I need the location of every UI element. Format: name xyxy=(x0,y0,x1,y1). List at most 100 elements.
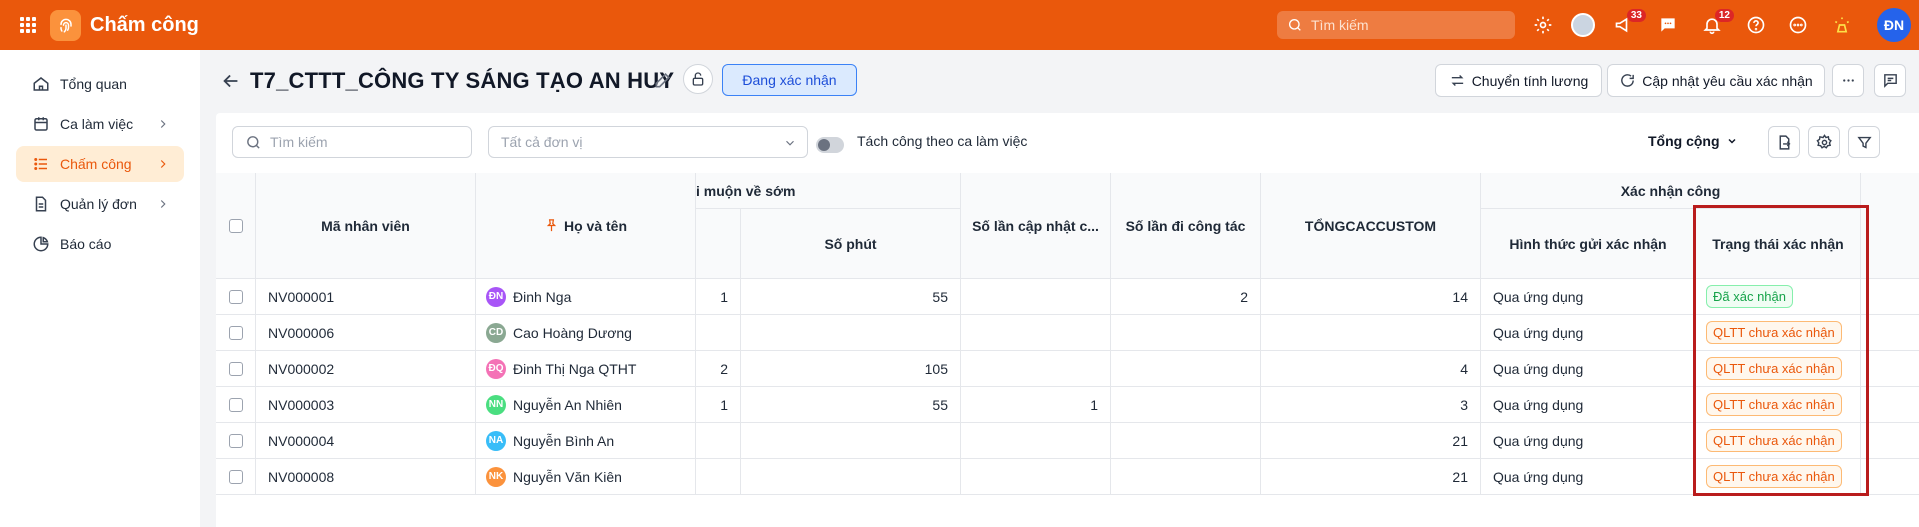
employee-name[interactable]: Cao Hoàng Dương xyxy=(513,325,632,341)
group-header-confirm: Xác nhận công xyxy=(1481,173,1861,209)
employee-name[interactable]: Nguyễn Văn Kiên xyxy=(513,469,622,485)
cell-updates xyxy=(961,351,1111,387)
cell-trips xyxy=(1111,351,1261,387)
back-arrow-icon[interactable] xyxy=(220,70,242,92)
cell-code: NV000002 xyxy=(256,351,476,387)
employee-name[interactable]: Nguyễn An Nhiên xyxy=(513,397,622,413)
split-by-shift-label: Tách công theo ca làm việc xyxy=(857,133,1028,149)
search-icon xyxy=(247,135,260,149)
row-checkbox[interactable] xyxy=(228,469,243,484)
column-header-minutes[interactable]: Số phút xyxy=(741,209,961,279)
column-header-method[interactable]: Hình thức gửi xác nhận xyxy=(1481,209,1696,279)
fingerprint-logo-icon xyxy=(50,10,81,41)
column-header-trips[interactable]: Số lần đi công tác xyxy=(1111,173,1261,279)
cell-updates xyxy=(961,315,1111,351)
sidebar-item-shifts[interactable]: Ca làm việc xyxy=(16,106,184,142)
column-header-custom[interactable]: TỔNGCACCUSTOM xyxy=(1261,173,1481,279)
cell-code: NV000001 xyxy=(256,279,476,315)
select-all-checkbox[interactable] xyxy=(228,218,243,233)
top-bar: Chấm công 33 12 ĐN xyxy=(0,0,1919,50)
row-checkbox[interactable] xyxy=(228,433,243,448)
table-settings-button[interactable] xyxy=(1808,126,1840,158)
more-apps-icon[interactable] xyxy=(1786,13,1810,37)
sidebar-item-requests[interactable]: Quản lý đơn xyxy=(16,186,184,222)
chat-icon[interactable] xyxy=(1656,13,1680,37)
column-header-late-count[interactable] xyxy=(696,209,741,279)
cell-custom: 3 xyxy=(1261,387,1481,423)
more-options-button[interactable] xyxy=(1832,64,1864,97)
select-all-cell xyxy=(216,173,256,279)
split-by-shift-toggle[interactable] xyxy=(816,137,844,153)
cell-count xyxy=(696,315,741,351)
unit-select[interactable]: Tất cả đơn vị xyxy=(488,126,808,158)
employee-avatar: ĐN xyxy=(486,286,506,307)
bell-icon[interactable]: 12 xyxy=(1700,9,1734,37)
update-confirm-request-button[interactable]: Cập nhật yêu cầu xác nhận xyxy=(1607,64,1825,97)
comment-icon xyxy=(1883,74,1897,88)
sidebar-item-overview[interactable]: Tổng quan xyxy=(16,66,184,102)
global-search-input[interactable] xyxy=(1311,17,1491,33)
cell-trips: 2 xyxy=(1111,279,1261,315)
global-search[interactable] xyxy=(1277,11,1515,39)
edit-pencil-icon[interactable] xyxy=(653,70,673,90)
user-avatar[interactable]: ĐN xyxy=(1877,8,1911,42)
column-header-code[interactable]: Mã nhân viên xyxy=(256,173,476,279)
home-icon xyxy=(33,77,49,91)
sidebar-item-timekeeping[interactable]: Chấm công xyxy=(16,146,184,182)
employee-name[interactable]: Nguyễn Bình An xyxy=(513,433,614,449)
cell-chk xyxy=(216,423,256,459)
cell-count: 1 xyxy=(696,387,741,423)
column-header-updates[interactable]: Số lần cập nhật c... xyxy=(961,173,1111,279)
row-checkbox[interactable] xyxy=(228,289,243,304)
cell-count: 1 xyxy=(696,279,741,315)
employee-name[interactable]: Đinh Thị Nga QTHT xyxy=(513,361,636,377)
comment-button[interactable] xyxy=(1874,64,1906,97)
cell-status: Đã xác nhận xyxy=(1696,279,1861,315)
cell-updates: 1 xyxy=(961,387,1111,423)
row-checkbox[interactable] xyxy=(228,361,243,376)
chevron-down-icon xyxy=(1728,138,1736,144)
search-icon xyxy=(1289,19,1301,31)
cell-code-value: NV000001 xyxy=(268,288,335,305)
sidebar-item-label: Chấm công xyxy=(60,156,132,172)
cell-method-value: Qua ứng dụng xyxy=(1493,288,1584,305)
cell-method-value: Qua ứng dụng xyxy=(1493,468,1584,485)
total-label: Tổng cộng xyxy=(1648,133,1720,149)
user-photo-avatar[interactable] xyxy=(1571,13,1595,37)
row-checkbox[interactable] xyxy=(228,397,243,412)
cell-status: QLTT chưa xác nhận xyxy=(1696,351,1861,387)
settings-icon[interactable] xyxy=(1531,13,1555,37)
gear-icon xyxy=(1815,133,1832,149)
confirm-status-badge: QLTT chưa xác nhận xyxy=(1706,393,1842,416)
cell-custom-value: 3 xyxy=(1460,396,1468,413)
unlock-icon xyxy=(692,72,704,86)
filter-icon xyxy=(1856,136,1872,149)
total-dropdown[interactable]: Tổng cộng xyxy=(1648,133,1738,149)
column-header-status[interactable]: Trạng thái xác nhận xyxy=(1696,209,1861,279)
table-search-input[interactable] xyxy=(270,134,450,150)
cell-method-value: Qua ứng dụng xyxy=(1493,396,1584,413)
column-header-name[interactable]: Họ và tên xyxy=(476,173,696,279)
export-button[interactable] xyxy=(1768,126,1800,158)
cell-trips xyxy=(1111,423,1261,459)
cell-minutes-value: 55 xyxy=(932,288,948,305)
app-grid-icon[interactable] xyxy=(20,17,36,33)
transfer-salary-button[interactable]: Chuyển tính lương xyxy=(1435,64,1602,97)
sidebar-item-reports[interactable]: Báo cáo xyxy=(16,226,184,262)
table-search[interactable] xyxy=(232,126,472,158)
lamp-icon[interactable] xyxy=(1830,13,1854,37)
cell-minutes: 105 xyxy=(741,351,961,387)
cell-custom-value: 4 xyxy=(1460,360,1468,377)
cell-custom-value: 14 xyxy=(1452,288,1468,305)
cell-count-value: 1 xyxy=(720,396,728,413)
status-badge[interactable]: Đang xác nhận xyxy=(722,64,857,96)
cell-count xyxy=(696,423,741,459)
megaphone-icon[interactable]: 33 xyxy=(1612,9,1646,37)
filter-button[interactable] xyxy=(1848,126,1880,158)
group-header-late-early-label: i muộn về sớm xyxy=(696,182,796,199)
help-icon[interactable] xyxy=(1744,13,1768,37)
cell-custom-value: 21 xyxy=(1452,468,1468,485)
row-checkbox[interactable] xyxy=(228,325,243,340)
lock-button[interactable] xyxy=(683,64,713,94)
employee-name[interactable]: Đinh Nga xyxy=(513,289,571,305)
